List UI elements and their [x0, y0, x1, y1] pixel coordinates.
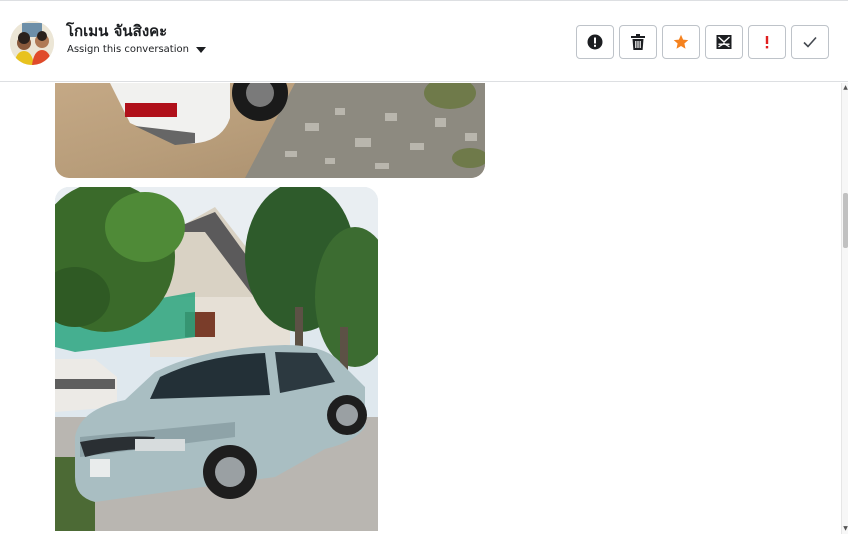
trash-icon — [631, 34, 645, 50]
assign-conversation-dropdown[interactable]: Assign this conversation — [67, 44, 206, 55]
mail-box-icon — [716, 35, 732, 49]
truck-photo — [55, 83, 485, 178]
contact-name: โกเมน จันสิงคะ — [66, 22, 168, 40]
message-image-truck[interactable] — [55, 83, 485, 178]
conversation-header: โกเมน จันสิงคะ Assign this conversation — [0, 0, 848, 82]
mark-important-button[interactable] — [748, 25, 786, 59]
avatar-image — [10, 21, 54, 65]
mark-spam-button[interactable] — [576, 25, 614, 59]
thread-scrollbar[interactable]: ▲ ▼ — [841, 83, 848, 534]
scroll-down-arrow-icon[interactable]: ▼ — [842, 524, 848, 534]
scroll-up-arrow-icon[interactable]: ▲ — [842, 83, 848, 93]
archive-button[interactable] — [705, 25, 743, 59]
conversation-toolbar — [576, 25, 829, 59]
message-image-car[interactable] — [55, 187, 378, 531]
star-icon — [673, 34, 689, 49]
car-photo — [55, 187, 378, 531]
assign-label: Assign this conversation — [67, 44, 189, 55]
message-thread[interactable] — [0, 83, 841, 534]
scroll-thumb[interactable] — [843, 193, 848, 248]
avatar[interactable] — [10, 21, 54, 65]
star-button[interactable] — [662, 25, 700, 59]
mark-done-button[interactable] — [791, 25, 829, 59]
delete-button[interactable] — [619, 25, 657, 59]
alert-circle-icon — [587, 34, 603, 50]
exclamation-icon — [765, 36, 769, 49]
caret-down-icon — [195, 47, 206, 53]
checkmark-icon — [803, 36, 817, 48]
